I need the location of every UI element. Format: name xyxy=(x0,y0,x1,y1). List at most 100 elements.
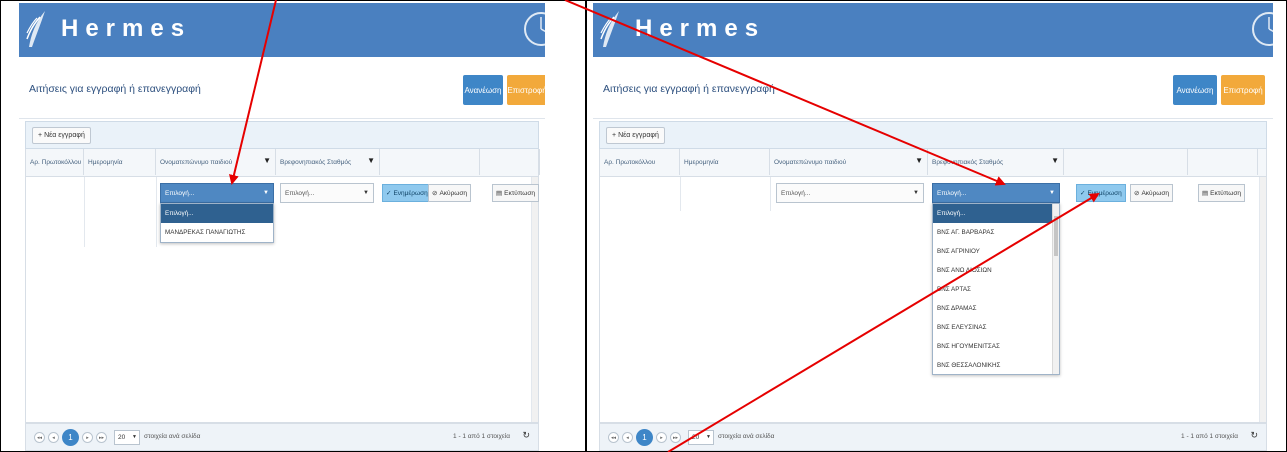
column-header-station-label: Βρεφονηπιακός Σταθμός xyxy=(932,158,1004,166)
refresh-button[interactable]: Ανανέωση xyxy=(1173,75,1217,105)
new-record-button[interactable]: + Νέα εγγραφή xyxy=(606,127,665,144)
station-select[interactable]: Επιλογή... ▼ xyxy=(280,183,374,203)
child-dropdown-list: Επιλογή... ΜΑΝΔΡΕΚΑΣ ΠΑΝΑΓΙΩΤΗΣ xyxy=(160,203,274,243)
next-page-icon[interactable]: ▸ xyxy=(82,432,93,443)
caret-down-icon: ▼ xyxy=(1049,190,1055,196)
brand-title: Hermes xyxy=(635,15,766,42)
clock-icon xyxy=(1252,12,1273,46)
column-header-child[interactable]: Ονοματεπώνυμο παιδιού ▼ xyxy=(156,149,276,175)
page-title: Αιτήσεις για εγγραφή ή επανεγγραφή xyxy=(29,83,201,95)
grid-header: Αρ. Πρωτοκόλλου Ημερομηνία Ονοματεπώνυμο… xyxy=(25,149,540,177)
station-dropdown-list: Επιλογή... ΒΝΣ ΑΓ. ΒΑΡΒΑΡΑΣ ΒΝΣ ΑΓΡΙΝΙΟΥ… xyxy=(932,203,1060,375)
return-button[interactable]: Επιστροφή xyxy=(507,75,545,105)
update-button[interactable]: ✓ Ενημέρωση xyxy=(382,184,432,202)
grid-pager: ◂◂ ◂ 1 ▸ ▸▸ 20 ▼ στοιχεία ανά σελίδα 1 -… xyxy=(25,423,539,451)
column-header-print xyxy=(480,149,540,175)
grid-divider xyxy=(156,177,157,247)
grid-divider xyxy=(770,177,771,211)
column-header-station[interactable]: Βρεφονηπιακός Σταθμός ▼ xyxy=(276,149,380,175)
refresh-icon[interactable]: ↻ xyxy=(1250,430,1258,441)
clock-icon xyxy=(524,12,545,46)
dropdown-option[interactable]: ΒΝΣ ΕΛΕΥΣΙΝΑΣ xyxy=(933,318,1059,337)
prev-page-icon[interactable]: ◂ xyxy=(48,432,59,443)
dropdown-option[interactable]: ΒΝΣ ΑΓΡΙΝΙΟΥ xyxy=(933,242,1059,261)
right-title-row: Αιτήσεις για εγγραφή ή επανεγγραφή Ανανέ… xyxy=(593,57,1273,119)
cancel-button[interactable]: ⊘ Ακύρωση xyxy=(428,184,471,202)
last-page-icon[interactable]: ▸▸ xyxy=(96,432,107,443)
prev-page-icon[interactable]: ◂ xyxy=(622,432,633,443)
column-header-station[interactable]: Βρεφονηπιακός Σταθμός ▼ xyxy=(928,149,1064,175)
filter-icon[interactable]: ▼ xyxy=(1051,156,1059,165)
caret-down-icon: ▼ xyxy=(706,434,711,440)
column-header-protocol[interactable]: Αρ. Πρωτοκόλλου xyxy=(26,149,84,175)
left-title-row: Αιτήσεις για εγγραφή ή επανεγγραφή Ανανέ… xyxy=(19,57,545,119)
next-page-icon[interactable]: ▸ xyxy=(656,432,667,443)
column-header-actions xyxy=(380,149,480,175)
plus-icon: + xyxy=(612,132,617,139)
grid-scrollbar[interactable] xyxy=(531,177,538,422)
dropdown-option[interactable]: ΒΝΣ ΔΡΑΜΑΣ xyxy=(933,299,1059,318)
cancel-icon: ⊘ xyxy=(432,190,438,197)
station-select[interactable]: Επιλογή... ▼ xyxy=(932,183,1060,203)
dropdown-scroll-thumb[interactable] xyxy=(1054,216,1058,256)
dropdown-option[interactable]: Επιλογή... xyxy=(161,204,273,223)
refresh-button[interactable]: Ανανέωση xyxy=(463,75,503,105)
check-icon: ✓ xyxy=(386,190,392,197)
current-page-button[interactable]: 1 xyxy=(62,429,79,446)
wing-logo-icon xyxy=(26,11,45,47)
child-select[interactable]: Επιλογή... ▼ xyxy=(160,183,274,203)
column-header-child[interactable]: Ονοματεπώνυμο παιδιού ▼ xyxy=(770,149,928,175)
column-header-protocol[interactable]: Αρ. Πρωτοκόλλου xyxy=(600,149,680,175)
current-page-button[interactable]: 1 xyxy=(636,429,653,446)
dropdown-option[interactable]: ΜΑΝΔΡΕΚΑΣ ΠΑΝΑΓΙΩΤΗΣ xyxy=(161,223,273,242)
brand-title: Hermes xyxy=(61,15,192,42)
child-select[interactable]: Επιλογή... ▼ xyxy=(776,183,924,203)
page-size-value: 20 xyxy=(118,434,126,441)
grid-divider xyxy=(680,177,681,211)
child-select-value: Επιλογή... xyxy=(165,189,195,197)
left-screenshot-frame: Hermes Αιτήσεις για εγγραφή ή επανεγγραφ… xyxy=(0,0,586,452)
last-page-icon[interactable]: ▸▸ xyxy=(670,432,681,443)
update-label: Ενημέρωση xyxy=(393,189,428,197)
filter-icon[interactable]: ▼ xyxy=(367,156,375,165)
page-size-select[interactable]: 20 ▼ xyxy=(688,430,714,445)
column-header-date[interactable]: Ημερομηνία xyxy=(680,149,770,175)
column-header-date[interactable]: Ημερομηνία xyxy=(84,149,156,175)
print-button[interactable]: ▤ Εκτύπωση xyxy=(492,184,539,202)
page-title: Αιτήσεις για εγγραφή ή επανεγγραφή xyxy=(603,83,775,95)
per-page-label: στοιχεία ανά σελίδα xyxy=(144,433,201,440)
dropdown-option[interactable]: ΒΝΣ ΗΓΟΥΜΕΝΙΤΣΑΣ xyxy=(933,337,1059,356)
grid-header: Αρ. Πρωτοκόλλου Ημερομηνία Ονοματεπώνυμο… xyxy=(599,149,1267,177)
print-button[interactable]: ▤ Εκτύπωση xyxy=(1198,184,1245,202)
dropdown-option[interactable]: ΒΝΣ ΑΝΩ ΛΙΟΣΙΩΝ xyxy=(933,261,1059,280)
filter-icon[interactable]: ▼ xyxy=(263,156,271,165)
per-page-label: στοιχεία ανά σελίδα xyxy=(718,433,775,440)
refresh-icon[interactable]: ↻ xyxy=(522,430,530,441)
dropdown-option[interactable]: ΒΝΣ ΑΡΤΑΣ xyxy=(933,280,1059,299)
column-header-child-label: Ονοματεπώνυμο παιδιού xyxy=(774,158,847,166)
column-header-child-label: Ονοματεπώνυμο παιδιού xyxy=(160,158,233,166)
update-button[interactable]: ✓ Ενημέρωση xyxy=(1076,184,1126,202)
dropdown-option[interactable]: ΒΝΣ ΑΓ. ΒΑΡΒΑΡΑΣ xyxy=(933,223,1059,242)
station-select-value: Επιλογή... xyxy=(937,189,967,197)
dropdown-scrollbar[interactable] xyxy=(1052,204,1059,374)
left-app-window: Hermes Αιτήσεις για εγγραφή ή επανεγγραφ… xyxy=(19,3,545,451)
first-page-icon[interactable]: ◂◂ xyxy=(34,432,45,443)
first-page-icon[interactable]: ◂◂ xyxy=(608,432,619,443)
child-select-value: Επιλογή... xyxy=(781,189,811,197)
caret-down-icon: ▼ xyxy=(913,190,919,196)
grid-pager: ◂◂ ◂ 1 ▸ ▸▸ 20 ▼ στοιχεία ανά σελίδα 1 -… xyxy=(599,423,1267,451)
right-app-window: Hermes Αιτήσεις για εγγραφή ή επανεγγραφ… xyxy=(593,3,1273,451)
cancel-button[interactable]: ⊘ Ακύρωση xyxy=(1130,184,1173,202)
filter-icon[interactable]: ▼ xyxy=(915,156,923,165)
new-record-button[interactable]: + Νέα εγγραφή xyxy=(32,127,91,144)
station-select-value: Επιλογή... xyxy=(285,189,315,197)
dropdown-option[interactable]: Επιλογή... xyxy=(933,204,1059,223)
check-icon: ✓ xyxy=(1080,190,1086,197)
dropdown-option[interactable]: ΒΝΣ ΘΕΣΣΑΛΟΝΙΚΗΣ xyxy=(933,356,1059,374)
grid-scrollbar[interactable] xyxy=(1259,177,1266,422)
cancel-label: Ακύρωση xyxy=(1141,189,1169,197)
return-button[interactable]: Επιστροφή xyxy=(1221,75,1265,105)
pager-info: 1 - 1 από 1 στοιχεία xyxy=(1181,433,1238,440)
page-size-select[interactable]: 20 ▼ xyxy=(114,430,140,445)
